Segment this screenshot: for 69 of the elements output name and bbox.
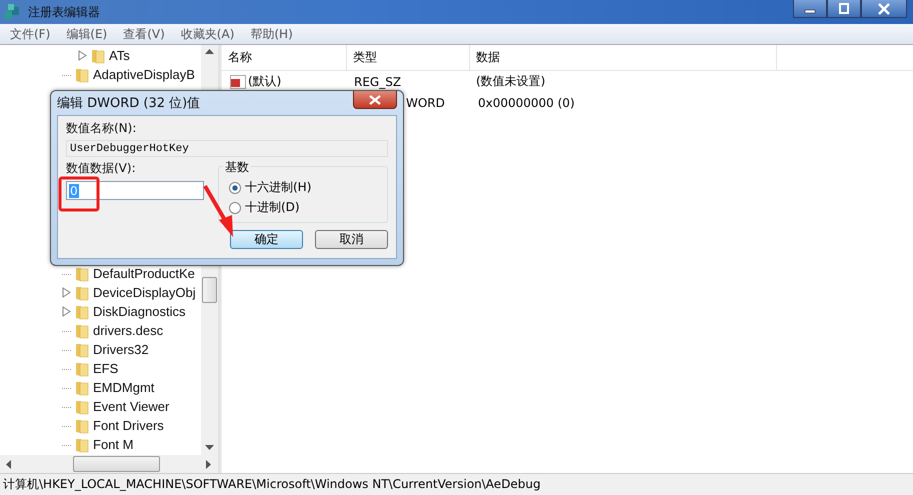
folder-icon <box>75 380 89 396</box>
value-type: REG_SZ <box>354 74 402 88</box>
minimize-button[interactable] <box>793 0 827 18</box>
tree-item[interactable]: Drivers32 <box>62 340 201 359</box>
radio-option[interactable]: 十进制(D) <box>229 199 381 216</box>
column-header[interactable]: 名称 <box>222 45 347 70</box>
scroll-down-icon[interactable] <box>205 445 214 451</box>
dialog-title: 编辑 DWORD (32 位)值 <box>57 95 200 112</box>
folder-icon <box>75 398 89 414</box>
expand-triangle-icon[interactable] <box>62 306 71 317</box>
field-label: 数值名称(N): <box>66 120 138 137</box>
window-title: 注册表编辑器 <box>28 4 100 20</box>
close-button[interactable] <box>861 0 907 18</box>
value-name: (默认) <box>248 73 282 90</box>
folder-icon <box>91 48 105 64</box>
value-data: (数值未设置) <box>476 73 546 90</box>
folder-icon <box>75 436 89 452</box>
tree-item[interactable]: Font Drivers <box>62 416 201 435</box>
menu-item[interactable]: 查看(V) <box>115 26 173 42</box>
tree-item[interactable]: ATs <box>78 46 201 65</box>
maximize-button[interactable] <box>827 0 861 18</box>
value-data: 0x00000000 (0) <box>478 96 575 110</box>
string-value-icon <box>230 74 246 88</box>
cubes-icon <box>4 3 22 21</box>
annotation-arrow <box>203 185 233 237</box>
value-name-field[interactable]: UserDebuggerHotKey <box>66 140 388 157</box>
tree-item[interactable]: DefaultProductKe <box>62 264 201 283</box>
horizontal-scrollbar[interactable] <box>0 455 218 473</box>
folder-icon <box>75 342 89 358</box>
group-label: 基数 <box>223 159 251 176</box>
close-icon <box>877 2 891 14</box>
close-button[interactable] <box>353 91 397 109</box>
tree-item[interactable]: DeviceDisplayObj <box>62 283 201 302</box>
tree-item[interactable]: EMDMgmt <box>62 378 201 397</box>
scroll-thumb[interactable] <box>202 276 217 303</box>
folder-icon <box>75 266 89 282</box>
tree-item[interactable]: EFS <box>62 359 201 378</box>
folder-icon <box>75 66 89 82</box>
cancel-button[interactable]: 取消 <box>315 230 388 249</box>
scroll-thumb[interactable] <box>72 456 160 472</box>
scroll-right-icon[interactable] <box>206 460 212 468</box>
scroll-up-icon[interactable] <box>205 49 214 55</box>
tree-item[interactable]: Font M <box>62 435 201 454</box>
highlight-box <box>58 176 100 212</box>
value-type: WORD <box>406 96 445 110</box>
tree-item[interactable]: Event Viewer <box>62 397 201 416</box>
tree-item[interactable]: AdaptiveDisplayB <box>62 65 201 84</box>
ok-button[interactable]: 确定 <box>230 230 303 249</box>
scroll-left-icon[interactable] <box>6 460 12 468</box>
close-icon <box>369 94 381 104</box>
tree-item[interactable]: DiskDiagnostics <box>62 302 201 321</box>
expand-triangle-icon[interactable] <box>78 50 87 61</box>
menu-item[interactable]: 收藏夹(A) <box>172 26 242 42</box>
column-header[interactable]: 数据 <box>470 45 777 70</box>
column-header[interactable]: 类型 <box>347 45 470 70</box>
registry-path: 计算机\HKEY_LOCAL_MACHINE\SOFTWARE\Microsoft\Windows NT\CurrentVersion\AeDebug <box>3 476 541 493</box>
tree-item[interactable]: drivers.desc <box>62 321 201 340</box>
folder-icon <box>75 360 89 376</box>
folder-icon <box>75 284 89 300</box>
maximize-icon <box>838 2 850 14</box>
expand-triangle-icon[interactable] <box>62 287 71 298</box>
menu-item[interactable]: 编辑(E) <box>58 26 116 42</box>
folder-icon <box>75 304 89 320</box>
folder-icon <box>75 322 89 338</box>
folder-icon <box>75 418 89 434</box>
menu-item[interactable]: 帮助(H) <box>242 26 301 42</box>
field-label: 数值数据(V): <box>66 160 137 177</box>
menu-item[interactable]: 文件(F) <box>2 26 58 42</box>
radio-option[interactable]: 十六进制(H) <box>229 179 381 196</box>
